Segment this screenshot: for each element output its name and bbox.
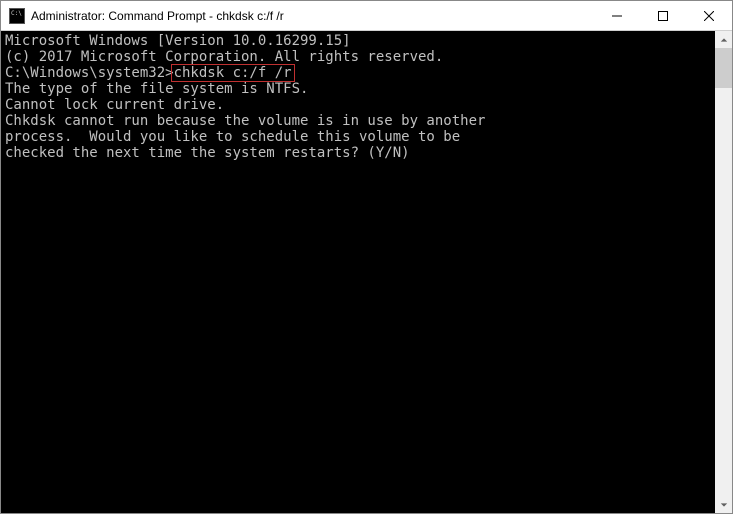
close-icon bbox=[704, 11, 714, 21]
cmd-icon bbox=[9, 8, 25, 24]
maximize-icon bbox=[658, 11, 668, 21]
chevron-up-icon bbox=[720, 36, 728, 44]
console-line: The type of the file system is NTFS. bbox=[5, 81, 715, 97]
chevron-down-icon bbox=[720, 501, 728, 509]
console-prompt-line: C:\Windows\system32>chkdsk c:/f /r bbox=[5, 65, 715, 81]
minimize-button[interactable] bbox=[594, 1, 640, 30]
maximize-button[interactable] bbox=[640, 1, 686, 30]
window-title: Administrator: Command Prompt - chkdsk c… bbox=[31, 9, 284, 23]
scrollbar-track[interactable] bbox=[715, 48, 732, 496]
titlebar: Administrator: Command Prompt - chkdsk c… bbox=[1, 1, 732, 31]
console-output[interactable]: Microsoft Windows [Version 10.0.16299.15… bbox=[1, 31, 715, 513]
vertical-scrollbar[interactable] bbox=[715, 31, 732, 513]
window-controls bbox=[594, 1, 732, 30]
close-button[interactable] bbox=[686, 1, 732, 30]
scrollbar-down-button[interactable] bbox=[715, 496, 732, 513]
console-line: Microsoft Windows [Version 10.0.16299.15… bbox=[5, 33, 715, 49]
console-line: (c) 2017 Microsoft Corporation. All righ… bbox=[5, 49, 715, 65]
prompt-path: C:\Windows\system32> bbox=[5, 65, 174, 81]
minimize-icon bbox=[612, 11, 622, 21]
client-area: Microsoft Windows [Version 10.0.16299.15… bbox=[1, 31, 732, 513]
console-line: process. Would you like to schedule this… bbox=[5, 129, 715, 145]
command-highlight: chkdsk c:/f /r bbox=[171, 64, 295, 82]
scrollbar-up-button[interactable] bbox=[715, 31, 732, 48]
console-line: checked the next time the system restart… bbox=[5, 145, 715, 161]
console-line: Cannot lock current drive. bbox=[5, 97, 715, 113]
console-line: Chkdsk cannot run because the volume is … bbox=[5, 113, 715, 129]
scrollbar-thumb[interactable] bbox=[715, 48, 732, 88]
